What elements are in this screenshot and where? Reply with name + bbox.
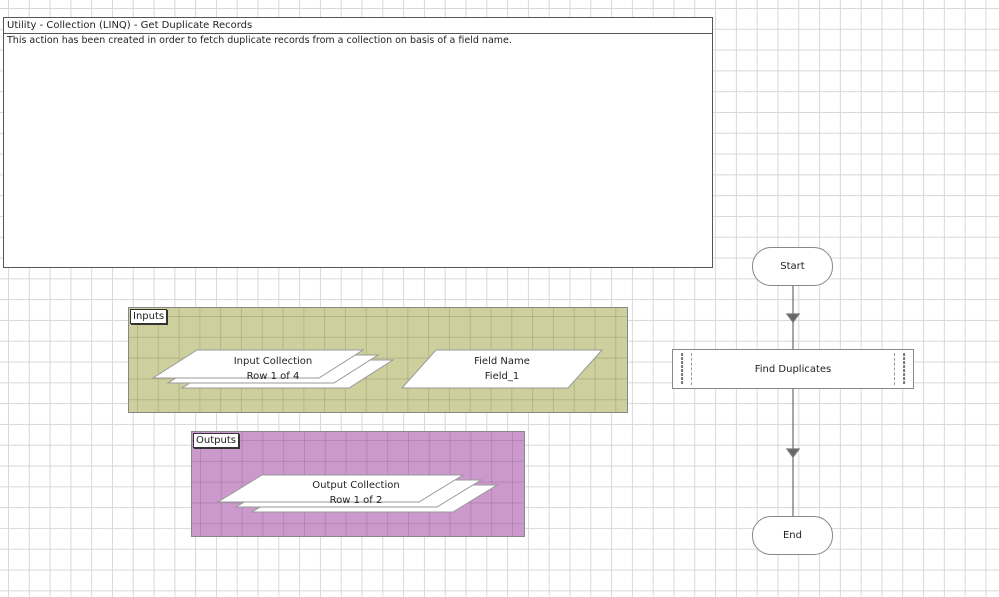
output-collection-name: Output Collection [312,480,400,491]
input-collection-stage[interactable]: Input Collection Row 1 of 4 [208,354,338,384]
start-stage[interactable]: Start [752,247,833,286]
input-collection-value: Row 1 of 4 [246,371,300,382]
end-label: End [782,530,802,541]
grip-icon: ∎ ∎ ∎ ∎ ∎ ∎ ∎ ∎ [894,353,913,385]
start-label: Start [780,261,805,272]
input-collection-name: Input Collection [233,356,313,367]
find-duplicates-action[interactable]: ∎ ∎ ∎ ∎ ∎ ∎ ∎ ∎ Find Duplicates ∎ ∎ ∎ ∎ ∎ ∎ ∎ ∎ [672,349,914,389]
field-name-name: Field Name [474,356,530,367]
diagram-shapes [151,286,801,516]
field-name-value: Field_1 [484,371,520,382]
arrow-head-icon [785,448,801,459]
grip-icon: ∎ ∎ ∎ ∎ ∎ ∎ ∎ ∎ [673,353,692,385]
output-collection-stage[interactable]: Output Collection Row 1 of 2 [286,478,426,508]
action-label: Find Duplicates [754,363,832,375]
field-name-stage[interactable]: Field Name Field_1 [437,354,567,384]
output-collection-value: Row 1 of 2 [329,495,383,506]
end-stage[interactable]: End [752,516,833,555]
arrow-head-icon [785,313,801,324]
